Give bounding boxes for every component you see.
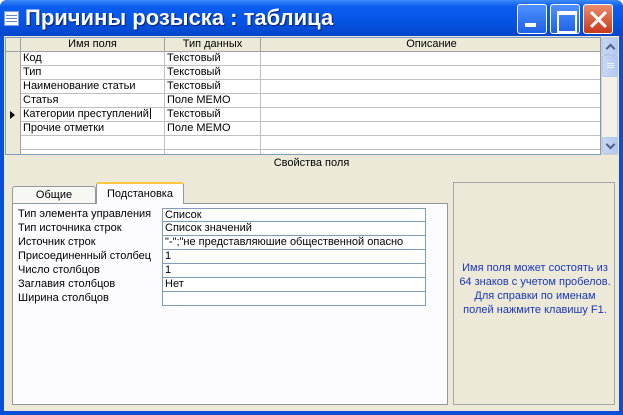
column-heads-field[interactable]: Нет (162, 278, 426, 292)
client-area: Имя поля Тип данных Описание Код Текстов… (4, 36, 619, 411)
lookup-tab-panel: Тип элемента управления Список Тип источ… (12, 203, 448, 405)
property-label: Ширина столбцов (18, 292, 109, 304)
current-row-arrow-icon (10, 111, 15, 119)
property-label: Тип источника строк (18, 222, 122, 234)
property-row: Ширина столбцов (18, 292, 427, 306)
row-selector-header[interactable] (6, 38, 21, 52)
field-name-cell[interactable] (21, 136, 165, 150)
text-caret (149, 108, 151, 119)
field-name-cell[interactable]: Прочие отметки (21, 122, 165, 136)
data-type-cell[interactable]: Текстовый (165, 108, 261, 122)
data-type-cell[interactable]: Текстовый (165, 80, 261, 94)
row-source-field[interactable]: "-";"не представляюшие общественной опас… (162, 236, 426, 250)
description-cell[interactable] (261, 122, 600, 136)
property-row: Тип элемента управления Список (18, 208, 427, 222)
row-source-type-field[interactable]: Список значений (162, 222, 426, 236)
help-text: Имя поля может состоять из 64 знаков с у… (459, 262, 611, 316)
table-row[interactable]: Статья Поле МЕМО (6, 94, 600, 108)
property-row: Тип источника строк Список значений (18, 222, 427, 236)
table-row[interactable] (6, 136, 600, 150)
description-cell[interactable] (261, 108, 600, 122)
tab-general[interactable]: Общие (12, 186, 96, 204)
field-grid: Имя поля Тип данных Описание Код Текстов… (5, 37, 601, 155)
row-selector[interactable] (6, 66, 21, 80)
field-properties-label: Свойства поля (273, 157, 350, 169)
column-header-field-name[interactable]: Имя поля (21, 38, 165, 52)
description-cell[interactable] (261, 136, 600, 150)
help-panel: Имя поля может состоять из 64 знаков с у… (453, 182, 615, 405)
scroll-down-button[interactable] (602, 137, 618, 154)
row-selector[interactable] (6, 94, 21, 108)
row-selector[interactable] (6, 136, 21, 150)
data-type-cell[interactable]: Поле МЕМО (165, 94, 261, 108)
property-row: Присоединенный столбец 1 (18, 250, 427, 264)
property-label: Тип элемента управления (18, 208, 152, 220)
field-name-cell[interactable]: Наименование статьи (21, 80, 165, 94)
window-title: Причины розыска : таблица (25, 5, 334, 30)
property-row: Заглавия столбцов Нет (18, 278, 427, 292)
table-row[interactable]: Код Текстовый (6, 52, 600, 66)
description-cell[interactable] (261, 66, 600, 80)
table-icon[interactable] (4, 11, 19, 26)
row-selector[interactable] (6, 122, 21, 136)
field-name-cell[interactable]: Тип (21, 66, 165, 80)
column-header-description[interactable]: Описание (261, 38, 600, 52)
column-count-field[interactable]: 1 (162, 264, 426, 278)
column-header-data-type[interactable]: Тип данных (165, 38, 261, 52)
data-type-cell[interactable] (165, 136, 261, 150)
maximize-button[interactable] (550, 4, 580, 34)
scroll-up-button[interactable] (602, 38, 618, 55)
description-cell[interactable] (261, 150, 600, 154)
property-label: Заглавия столбцов (18, 278, 116, 290)
field-name-text: Категории преступлений (23, 108, 149, 120)
row-selector[interactable] (6, 150, 21, 154)
row-selector[interactable] (6, 80, 21, 94)
title-bar[interactable]: Причины розыска : таблица (0, 0, 623, 36)
table-row[interactable]: Наименование статьи Текстовый (6, 80, 600, 94)
property-label: Источник строк (18, 236, 96, 248)
property-label: Число столбцов (18, 264, 100, 276)
table-row[interactable]: Тип Текстовый (6, 66, 600, 80)
description-cell[interactable] (261, 94, 600, 108)
grid-vertical-scrollbar[interactable] (601, 37, 618, 155)
table-row[interactable] (6, 150, 600, 154)
table-design-window: Причины розыска : таблица Имя поля Тип д… (0, 0, 623, 415)
scroll-thumb[interactable] (602, 55, 618, 77)
display-control-field[interactable]: Список (162, 208, 426, 222)
bound-column-field[interactable]: 1 (162, 250, 426, 264)
field-name-cell[interactable] (21, 150, 165, 154)
column-widths-field[interactable] (162, 292, 426, 306)
data-type-cell[interactable] (165, 150, 261, 154)
description-cell[interactable] (261, 52, 600, 66)
property-row: Число столбцов 1 (18, 264, 427, 278)
data-type-cell[interactable]: Текстовый (165, 66, 261, 80)
table-row-current[interactable]: Категории преступлений Текстовый (6, 108, 600, 122)
close-button[interactable] (583, 4, 613, 34)
property-row: Источник строк "-";"не представляюшие об… (18, 236, 427, 250)
property-label: Присоединенный столбец (18, 250, 152, 262)
field-name-cell[interactable]: Код (21, 52, 165, 66)
field-name-cell[interactable]: Статья (21, 94, 165, 108)
row-selector[interactable] (6, 52, 21, 66)
data-type-cell[interactable]: Поле МЕМО (165, 122, 261, 136)
row-selector[interactable] (6, 108, 21, 122)
description-cell[interactable] (261, 80, 600, 94)
minimize-button[interactable] (517, 4, 547, 34)
tab-lookup[interactable]: Подстановка (96, 182, 184, 204)
table-row[interactable]: Прочие отметки Поле МЕМО (6, 122, 600, 136)
data-type-cell[interactable]: Текстовый (165, 52, 261, 66)
field-name-cell[interactable]: Категории преступлений (21, 108, 165, 122)
